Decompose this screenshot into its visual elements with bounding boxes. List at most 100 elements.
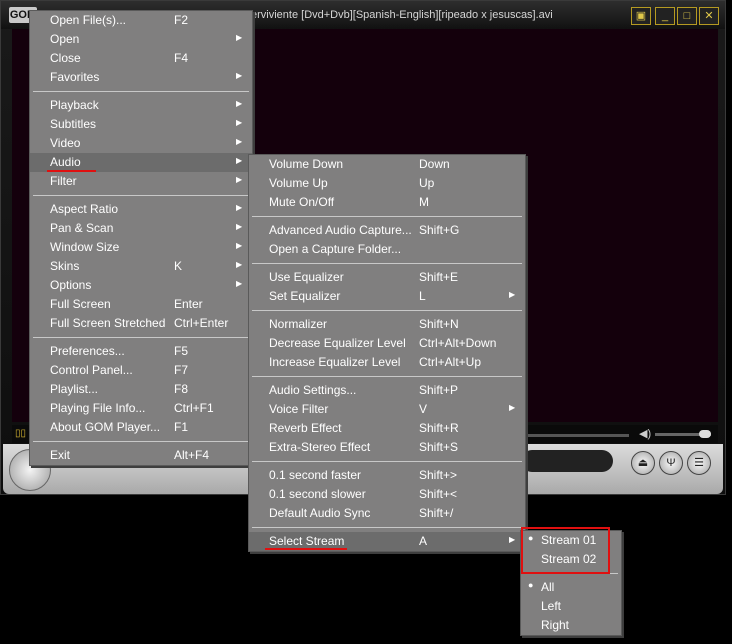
menu-item-shortcut: Up	[419, 176, 435, 190]
menu-item-normalizer[interactable]: Normalizer Shift+N	[249, 315, 525, 334]
menu-item-aspect-ratio[interactable]: Aspect Ratio ▶	[30, 200, 252, 219]
menu-item-shortcut: Shift+P	[419, 383, 459, 397]
menu-item-preferences[interactable]: Preferences... F5	[30, 342, 252, 361]
menu-item-playback[interactable]: Playback ▶	[30, 96, 252, 115]
menu-separator	[30, 87, 252, 96]
close-button[interactable]: ✕	[699, 7, 719, 25]
submenu-arrow-icon: ▶	[509, 290, 516, 299]
menu-item-shortcut: Shift+<	[419, 487, 458, 501]
menu-item-filter[interactable]: Filter ▶	[30, 172, 252, 191]
volume-knob[interactable]	[699, 430, 711, 438]
submenu-arrow-icon: ▶	[236, 260, 243, 269]
window-title: erviviente [Dvd+Dvb][Spanish-English][ri…	[251, 9, 553, 21]
menu-item-label: Right	[541, 618, 570, 632]
submenu-arrow-icon: ▶	[509, 535, 516, 544]
menu-item-label: Pan & Scan	[50, 221, 114, 235]
menu-item-voice-filter[interactable]: Voice Filter V ▶	[249, 400, 525, 419]
menu-item-shortcut: Shift+R	[419, 421, 459, 435]
submenu-arrow-icon: ▶	[236, 203, 243, 212]
menu-item-right[interactable]: Right	[521, 616, 621, 635]
menu-item-exit[interactable]: Exit Alt+F4	[30, 446, 252, 465]
menu-item-left[interactable]: Left	[521, 597, 621, 616]
seek-track[interactable]	[511, 434, 629, 437]
menu-item-label: About GOM Player...	[50, 420, 161, 434]
menu-item-mute-on-off[interactable]: Mute On/Off M	[249, 193, 525, 212]
menu-item-skins[interactable]: Skins K ▶	[30, 257, 252, 276]
menu-item-label: Audio Settings...	[269, 383, 357, 397]
menu-item-audio-settings[interactable]: Audio Settings... Shift+P	[249, 381, 525, 400]
menu-item-full-screen[interactable]: Full Screen Enter	[30, 295, 252, 314]
menu-item-subtitles[interactable]: Subtitles ▶	[30, 115, 252, 134]
menu-item-open[interactable]: Open ▶	[30, 30, 252, 49]
menu-item-open-a-capture-folder[interactable]: Open a Capture Folder...	[249, 240, 525, 259]
menu-item-label: Window Size	[50, 240, 120, 254]
menu-item-label: Reverb Effect	[269, 421, 342, 435]
menu-item-decrease-equalizer-level[interactable]: Decrease Equalizer Level Ctrl+Alt+Down	[249, 334, 525, 353]
submenu-arrow-icon: ▶	[236, 222, 243, 231]
menu-item-full-screen-stretched[interactable]: Full Screen Stretched Ctrl+Enter	[30, 314, 252, 333]
menu-item-options[interactable]: Options ▶	[30, 276, 252, 295]
menu-item-open-file-s[interactable]: Open File(s)... F2	[30, 11, 252, 30]
menu-item-shortcut: F2	[174, 13, 189, 27]
main-context-menu: Open File(s)... F2 Open ▶ Close F4 Favorites ▶ P…	[29, 10, 253, 466]
menu-item-reverb-effect[interactable]: Reverb Effect Shift+R	[249, 419, 525, 438]
menu-item-shortcut: F7	[174, 363, 189, 377]
menu-item-pan-scan[interactable]: Pan & Scan ▶	[30, 219, 252, 238]
menu-item-label: Preferences...	[50, 344, 125, 358]
menu-item-video[interactable]: Video ▶	[30, 134, 252, 153]
eject-button[interactable]: ⏏	[631, 451, 655, 475]
menu-item-label: 0.1 second slower	[269, 487, 366, 501]
menu-item-playing-file-info[interactable]: Playing File Info... Ctrl+F1	[30, 399, 252, 418]
menu-item-label: Select Stream	[269, 534, 345, 548]
menu-item-label: Set Equalizer	[269, 289, 341, 303]
submenu-arrow-icon: ▶	[236, 118, 243, 127]
menu-button[interactable]: ☰	[687, 451, 711, 475]
menu-item-label: Open a Capture Folder...	[269, 242, 402, 256]
menu-item-close[interactable]: Close F4	[30, 49, 252, 68]
menu-separator	[30, 191, 252, 200]
menu-item-volume-up[interactable]: Volume Up Up	[249, 174, 525, 193]
menu-item-volume-down[interactable]: Volume Down Down	[249, 155, 525, 174]
menu-item-shortcut: V	[419, 402, 428, 416]
menu-item-advanced-audio-capture[interactable]: Advanced Audio Capture... Shift+G	[249, 221, 525, 240]
menu-item-extra-stereo-effect[interactable]: Extra-Stereo Effect Shift+S	[249, 438, 525, 457]
menu-item-0-1-second-slower[interactable]: 0.1 second slower Shift+<	[249, 485, 525, 504]
menu-item-increase-equalizer-level[interactable]: Increase Equalizer Level Ctrl+Alt+Up	[249, 353, 525, 372]
menu-item-shortcut: A	[419, 534, 428, 548]
menu-item-control-panel[interactable]: Control Panel... F7	[30, 361, 252, 380]
menu-item-about-gom-player[interactable]: About GOM Player... F1	[30, 418, 252, 437]
submenu-arrow-icon: ▶	[236, 175, 243, 184]
menu-item-label: Left	[541, 599, 562, 613]
menu-item-shortcut: Shift+>	[419, 468, 458, 482]
skin-button[interactable]: ▣	[631, 7, 651, 25]
menu-item-favorites[interactable]: Favorites ▶	[30, 68, 252, 87]
menu-item-set-equalizer[interactable]: Set Equalizer L ▶	[249, 287, 525, 306]
menu-item-label: Video	[50, 136, 81, 150]
minimize-button[interactable]: _	[655, 7, 675, 25]
menu-item-playlist[interactable]: Playlist... F8	[30, 380, 252, 399]
menu-separator	[249, 259, 525, 268]
playlist-button[interactable]: Ψ	[659, 451, 683, 475]
radio-dot-icon: ●	[528, 580, 534, 590]
menu-separator	[249, 457, 525, 466]
submenu-arrow-icon: ▶	[236, 279, 243, 288]
menu-item-shortcut: Shift+N	[419, 317, 459, 331]
menu-item-shortcut: Shift+/	[419, 506, 454, 520]
menu-item-default-audio-sync[interactable]: Default Audio Sync Shift+/	[249, 504, 525, 523]
menu-item-shortcut: F4	[174, 51, 189, 65]
menu-item-shortcut: Ctrl+Alt+Up	[419, 355, 482, 369]
maximize-button[interactable]: □	[677, 7, 697, 25]
menu-item-0-1-second-faster[interactable]: 0.1 second faster Shift+>	[249, 466, 525, 485]
menu-item-all[interactable]: ● All	[521, 578, 621, 597]
menu-item-use-equalizer[interactable]: Use Equalizer Shift+E	[249, 268, 525, 287]
menu-item-label: Favorites	[50, 70, 100, 84]
menu-item-shortcut: Ctrl+Enter	[174, 316, 229, 330]
menu-item-label: 0.1 second faster	[269, 468, 362, 482]
menu-item-label: Close	[50, 51, 81, 65]
volume-icon[interactable]: ◀)	[639, 427, 651, 440]
frame-icon[interactable]: ▯▯	[15, 428, 26, 439]
menu-item-window-size[interactable]: Window Size ▶	[30, 238, 252, 257]
menu-item-shortcut: L	[419, 289, 426, 303]
menu-separator	[249, 306, 525, 315]
menu-separator	[249, 523, 525, 532]
